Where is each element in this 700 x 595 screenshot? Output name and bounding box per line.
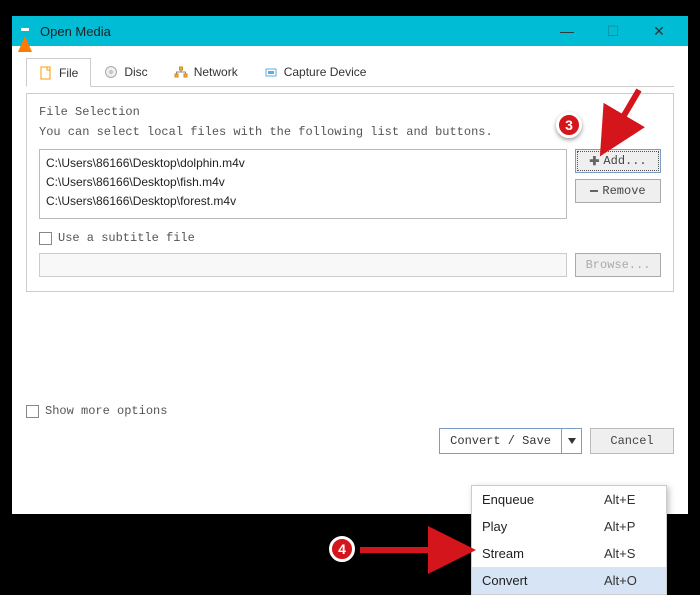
tab-label: Disc [124,65,147,79]
tab-capture-device[interactable]: Capture Device [251,58,380,86]
convert-save-button[interactable]: Convert / Save [439,428,582,454]
tab-file[interactable]: File [26,58,91,87]
add-button[interactable]: ✚Add... [575,149,661,173]
subtitle-checkbox[interactable] [39,232,52,245]
tab-bar: File Disc Network Capture Device [26,58,674,87]
cancel-button[interactable]: Cancel [590,428,674,454]
window-title: Open Media [40,24,111,39]
browse-button: Browse... [575,253,661,277]
open-media-window: Open Media — ☐ ✕ File Disc Network [12,16,688,514]
titlebar: Open Media — ☐ ✕ [12,16,688,46]
convert-save-menu: Enqueue Alt+E Play Alt+P Stream Alt+S Co… [471,485,667,595]
show-more-options-label: Show more options [45,404,167,418]
remove-button[interactable]: Remove [575,179,661,203]
dropdown-arrow-icon[interactable] [561,429,581,453]
file-list[interactable]: C:\Users\86166\Desktop\dolphin.m4v C:\Us… [39,149,567,219]
minimize-button[interactable]: — [544,16,590,46]
network-icon [174,65,188,79]
file-list-item[interactable]: C:\Users\86166\Desktop\fish.m4v [46,173,560,192]
menu-item-stream[interactable]: Stream Alt+S [472,540,666,567]
subtitle-path-input [39,253,567,277]
file-list-item[interactable]: C:\Users\86166\Desktop\dolphin.m4v [46,154,560,173]
menu-item-enqueue[interactable]: Enqueue Alt+E [472,486,666,513]
tab-label: Capture Device [284,65,367,79]
capture-icon [264,65,278,79]
annotation-arrow-4 [360,540,480,560]
close-button[interactable]: ✕ [636,16,682,46]
tab-network[interactable]: Network [161,58,251,86]
annotation-badge-3: 3 [556,112,582,138]
maximize-button[interactable]: ☐ [590,16,636,46]
plus-icon: ✚ [589,154,599,169]
minus-icon [590,190,598,192]
disc-icon [104,65,118,79]
subtitle-checkbox-label: Use a subtitle file [58,231,195,245]
file-icon [39,66,53,80]
tab-disc[interactable]: Disc [91,58,160,86]
tab-label: File [59,66,78,80]
menu-item-play[interactable]: Play Alt+P [472,513,666,540]
show-more-options-checkbox[interactable] [26,405,39,418]
file-list-item[interactable]: C:\Users\86166\Desktop\forest.m4v [46,192,560,211]
menu-item-convert[interactable]: Convert Alt+O [472,567,666,594]
vlc-cone-icon [18,22,34,40]
tab-label: Network [194,65,238,79]
file-selection-legend: File Selection [35,105,144,119]
annotation-badge-4: 4 [329,536,355,562]
